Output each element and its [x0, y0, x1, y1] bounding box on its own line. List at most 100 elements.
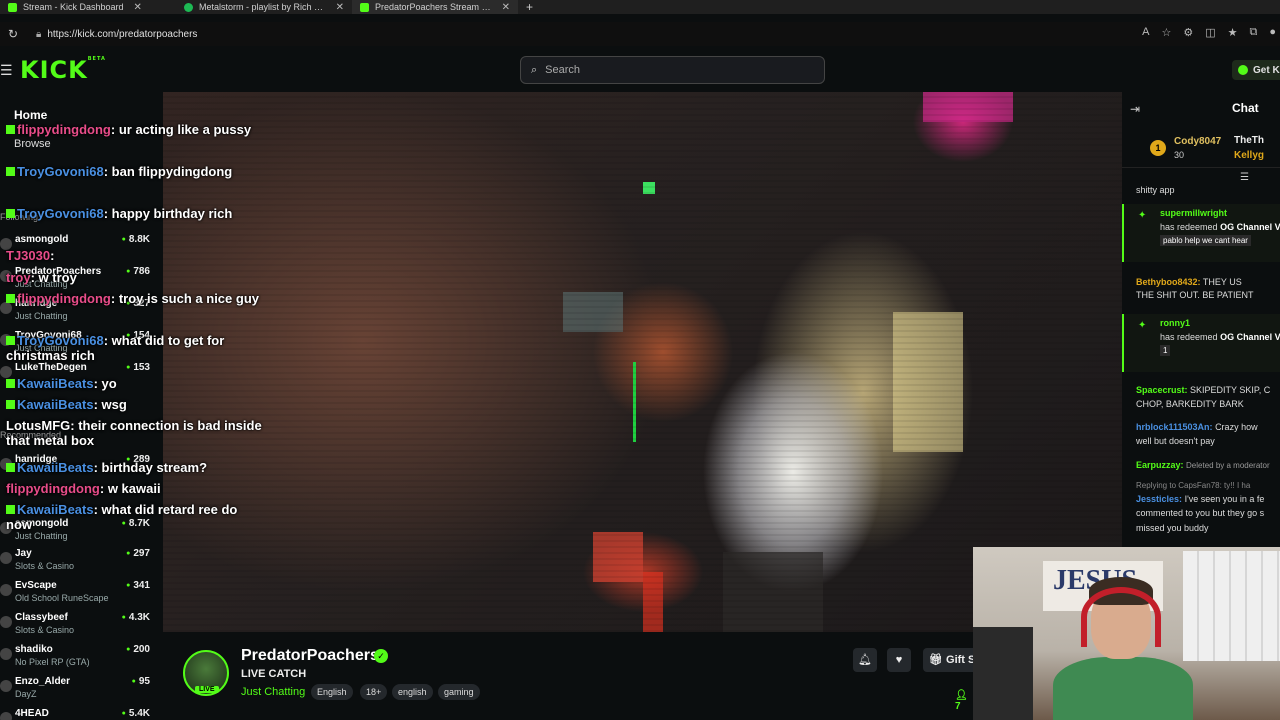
- close-tab-icon[interactable]: ✕: [134, 2, 142, 13]
- tag-chip[interactable]: English: [311, 684, 353, 700]
- close-tab-icon[interactable]: ✕: [502, 2, 510, 13]
- streamer-name[interactable]: PredatorPoachers: [241, 647, 379, 665]
- overlay-username: troy: [6, 270, 31, 285]
- get-app-label: Get K: [1253, 64, 1280, 76]
- overlay-message: LotusMFG: their connection is bad inside…: [6, 418, 262, 448]
- overlay-text: ur acting like a pussy: [118, 122, 252, 137]
- search-input[interactable]: ⌕ Search: [520, 56, 825, 84]
- leader-name[interactable]: Kellyg: [1234, 150, 1264, 161]
- extensions-icon[interactable]: ⚙: [1183, 26, 1193, 39]
- badge-icon: [6, 400, 15, 409]
- chat-message: Bethyboo8432: THEY US: [1136, 276, 1280, 288]
- badge-icon: [6, 379, 15, 388]
- overlay-message: troy: w troy: [6, 270, 77, 285]
- gift-leaderboard: 1 Cody8047 30 TheTh Kellyg: [1122, 128, 1280, 168]
- browser-tab[interactable]: Metalstorm - playlist by Rich Bun ✕: [176, 0, 352, 14]
- stream-category[interactable]: Just Chatting: [241, 686, 305, 698]
- overlay-username: flippydingdong: [6, 481, 100, 496]
- viewer-count-value: 7: [955, 701, 961, 712]
- get-app-button[interactable]: Get K: [1232, 60, 1280, 80]
- tag-chip[interactable]: english: [392, 684, 433, 700]
- sidebar-channel[interactable]: 4HEAD 5.4K: [0, 708, 160, 720]
- kick-app-icon: [1238, 65, 1248, 75]
- kick-logo[interactable]: KICKBETA: [20, 56, 106, 84]
- chat-overlay: flippydingdong: ur acting like a pussy T…: [0, 120, 290, 550]
- sidebar-channel[interactable]: Classybeef Slots & Casino 4.3K: [0, 612, 160, 642]
- chat-message: commented to you but they go s: [1136, 507, 1280, 519]
- chat-username[interactable]: Earpuzzay:: [1136, 460, 1184, 470]
- reload-icon[interactable]: ↻: [8, 27, 22, 41]
- overlay-message: TroyGovoni68: ban flippydingdong: [6, 164, 266, 179]
- profile-icon[interactable]: ●: [1269, 26, 1276, 39]
- overlay-text: yo: [101, 376, 117, 391]
- avatar: [0, 552, 12, 564]
- verified-icon: ✓: [374, 649, 388, 663]
- split-screen-icon[interactable]: ◫: [1205, 26, 1215, 39]
- collections-icon[interactable]: ⧉: [1249, 26, 1257, 39]
- spotify-favicon-icon: [184, 2, 193, 12]
- chat-message: THE SHIT OUT. BE PATIENT: [1136, 289, 1280, 301]
- redeem-action: has redeemed: [1160, 222, 1218, 232]
- collapse-chat-icon[interactable]: ⇥: [1130, 102, 1140, 116]
- redeem-icon: ✦: [1138, 210, 1147, 221]
- sidebar-channel[interactable]: JaySlots & Casino297: [0, 548, 160, 578]
- overlay-username: KawaiiBeats: [17, 397, 94, 412]
- chat-username[interactable]: Bethyboo8432:: [1136, 277, 1201, 287]
- avatar: [0, 712, 12, 720]
- logo-text: KICK: [20, 56, 88, 84]
- overlay-message: KawaiiBeats: what did retard ree do now: [6, 502, 238, 532]
- overlay-text: ban flippydingdong: [111, 164, 233, 179]
- chat-username[interactable]: Spacecrust:: [1136, 385, 1188, 395]
- browser-tab[interactable]: Stream - Kick Dashboard ✕: [0, 0, 176, 14]
- tag-chip[interactable]: 18+: [360, 684, 388, 700]
- sidebar-channel[interactable]: EvScape Old School RuneScape 341: [0, 580, 160, 610]
- sidebar-channel[interactable]: Enzo_Alder DayZ 95: [0, 676, 160, 706]
- favorite-star-icon[interactable]: ☆: [1161, 26, 1171, 39]
- viewer-count: 200: [126, 644, 150, 655]
- viewer-count: 4.3K: [122, 612, 150, 623]
- leader-name[interactable]: Cody8047: [1174, 136, 1221, 147]
- close-tab-icon[interactable]: ✕: [336, 2, 344, 13]
- browser-tab-active[interactable]: PredatorPoachers Stream - W ✕: [352, 0, 518, 14]
- tab-title: Stream - Kick Dashboard: [23, 2, 124, 12]
- chat-username[interactable]: Jessticles:: [1136, 494, 1182, 504]
- new-tab-button[interactable]: +: [526, 0, 533, 14]
- channel-category: Slots & Casino: [15, 561, 75, 571]
- overlay-message: TroyGovoni68: happy birthday rich: [6, 206, 266, 221]
- chat-message: Spacecrust: SKIPEDITY SKIP, C: [1136, 384, 1280, 396]
- redeem-user[interactable]: ronny1: [1160, 318, 1190, 328]
- redeem-icon: ✦: [1138, 320, 1147, 331]
- avatar: [0, 680, 12, 692]
- redeem-user[interactable]: supermillwright: [1160, 208, 1227, 218]
- notification-bell-button[interactable]: 🔔︎: [853, 648, 877, 672]
- overlay-text: w troy: [38, 270, 77, 285]
- kick-favicon-icon: [360, 2, 369, 12]
- chat-text: THE SHIT OUT. BE PATIENT: [1136, 290, 1254, 300]
- chat-text: CHOP, BARKEDITY BARK: [1136, 399, 1244, 409]
- chat-username[interactable]: hrblock111503An:: [1136, 422, 1213, 432]
- overlay-username: TJ3030: [6, 248, 51, 263]
- tag-chip[interactable]: gaming: [438, 684, 480, 700]
- chat-text: THEY US: [1202, 277, 1242, 287]
- redeem-text: has redeemed OG Channel V: [1160, 222, 1280, 232]
- lock-icon[interactable]: 🔒︎: [36, 29, 41, 40]
- logo-beta: BETA: [87, 56, 106, 62]
- window-blinds: [1183, 551, 1280, 661]
- avatar: [0, 648, 12, 660]
- menu-icon[interactable]: ☰: [0, 62, 13, 79]
- chat-message: hrblock111503An: Crazy how: [1136, 421, 1280, 433]
- read-aloud-icon[interactable]: A: [1142, 26, 1149, 39]
- chat-text: Replying to CapsFan78: ty!! I ha: [1136, 481, 1251, 490]
- webcam-overlay: JESUS: [973, 547, 1280, 720]
- follow-heart-button[interactable]: ♥: [887, 648, 911, 672]
- favorites-icon[interactable]: ★: [1228, 26, 1238, 39]
- url-field[interactable]: https://kick.com/predatorpoachers: [47, 29, 197, 40]
- leader-name[interactable]: TheTh: [1234, 135, 1264, 146]
- channel-name: EvScape: [15, 580, 57, 591]
- sidebar-channel[interactable]: shadiko No Pixel RP (GTA) 200: [0, 644, 160, 674]
- chat-text: SKIPEDITY SKIP, C: [1190, 385, 1271, 395]
- chat-text: well but doesn't pay: [1136, 436, 1215, 446]
- overlay-username: TroyGovoni68: [17, 164, 104, 179]
- chat-filter-icon[interactable]: ☰: [1240, 172, 1249, 183]
- kick-favicon-icon: [8, 2, 17, 12]
